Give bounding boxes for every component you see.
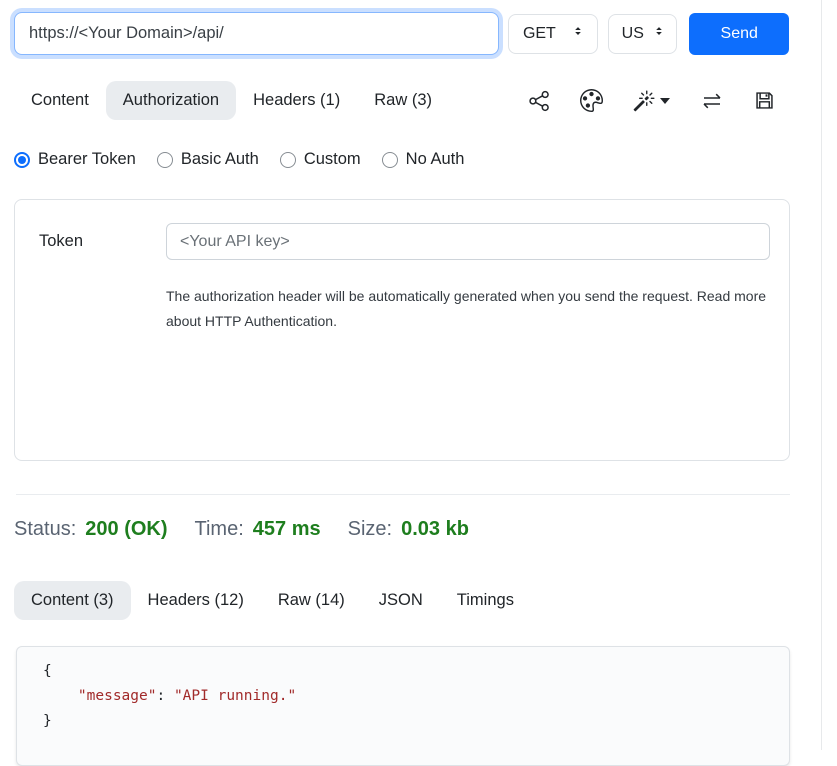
method-select-value: GET — [523, 25, 556, 43]
magic-wand-menu-icon[interactable] — [633, 90, 670, 112]
status-code-value: 200 (OK) — [85, 518, 167, 541]
radio-unselected-icon — [280, 152, 296, 168]
region-select[interactable]: US — [608, 14, 678, 54]
code-value: "API running." — [174, 688, 296, 704]
radio-selected-icon — [14, 152, 30, 168]
tab-response-json[interactable]: JSON — [362, 581, 440, 620]
url-input[interactable] — [14, 12, 499, 55]
share-nodes-icon[interactable] — [528, 90, 550, 112]
status-size-value: 0.03 kb — [401, 518, 469, 541]
response-status-bar: Status: 200 (OK) Time: 457 ms Size: 0.03… — [14, 518, 789, 541]
status-time: Time: 457 ms — [195, 518, 321, 541]
tab-authorization[interactable]: Authorization — [106, 81, 236, 120]
radio-unselected-icon — [382, 152, 398, 168]
code-separator: : — [156, 688, 173, 704]
radio-no-auth[interactable]: No Auth — [382, 150, 465, 169]
tab-content[interactable]: Content — [14, 81, 106, 120]
swap-arrows-icon[interactable] — [700, 90, 724, 112]
app-window: GET US Send Content Authorization Header… — [0, 0, 822, 750]
token-label: Token — [39, 223, 166, 460]
radio-label: Bearer Token — [38, 150, 136, 169]
code-open-brace: { — [43, 663, 52, 679]
request-tabs: Content Authorization Headers (1) Raw (3… — [14, 81, 789, 120]
radio-basic-auth[interactable]: Basic Auth — [157, 150, 259, 169]
status-time-label: Time: — [195, 518, 244, 541]
region-select-value: US — [622, 25, 644, 43]
tab-headers[interactable]: Headers (1) — [236, 81, 357, 120]
tab-raw[interactable]: Raw (3) — [357, 81, 449, 120]
status-code-label: Status: — [14, 518, 76, 541]
chevron-expand-icon — [571, 24, 585, 43]
code-line: } — [43, 709, 789, 734]
status-code: Status: 200 (OK) — [14, 518, 168, 541]
tab-response-raw[interactable]: Raw (14) — [261, 581, 362, 620]
section-divider — [16, 494, 790, 495]
tab-response-timings[interactable]: Timings — [440, 581, 531, 620]
status-size-label: Size: — [348, 518, 392, 541]
status-time-value: 457 ms — [253, 518, 321, 541]
tab-response-content[interactable]: Content (3) — [14, 581, 131, 620]
tab-response-headers[interactable]: Headers (12) — [131, 581, 261, 620]
code-close-brace: } — [43, 713, 52, 729]
radio-bearer-token[interactable]: Bearer Token — [14, 150, 136, 169]
radio-label: Basic Auth — [181, 150, 259, 169]
code-key: "message" — [78, 688, 157, 704]
request-bar: GET US Send — [14, 12, 789, 55]
request-toolbar — [528, 89, 789, 112]
response-body-viewer: { "message": "API running." } — [16, 646, 790, 766]
radio-custom[interactable]: Custom — [280, 150, 361, 169]
code-line: "message": "API running." — [43, 684, 789, 709]
save-floppy-icon[interactable] — [754, 90, 775, 111]
token-panel: Token The authorization header will be a… — [14, 199, 790, 461]
response-tabs: Content (3) Headers (12) Raw (14) JSON T… — [14, 581, 789, 620]
caret-down-icon — [660, 98, 670, 104]
method-select[interactable]: GET — [508, 14, 598, 54]
auth-type-options: Bearer Token Basic Auth Custom No Auth — [14, 150, 789, 169]
palette-icon[interactable] — [580, 89, 603, 112]
token-help-line1: The authorization header will be automat… — [166, 284, 770, 309]
code-line: { — [43, 659, 789, 684]
radio-label: Custom — [304, 150, 361, 169]
radio-unselected-icon — [157, 152, 173, 168]
send-button[interactable]: Send — [689, 13, 789, 55]
token-help-line2: about HTTP Authentication. — [166, 309, 770, 334]
token-help-text: The authorization header will be automat… — [166, 284, 770, 334]
token-input[interactable] — [166, 223, 770, 260]
radio-label: No Auth — [406, 150, 465, 169]
chevron-expand-icon — [652, 24, 666, 43]
status-size: Size: 0.03 kb — [348, 518, 469, 541]
